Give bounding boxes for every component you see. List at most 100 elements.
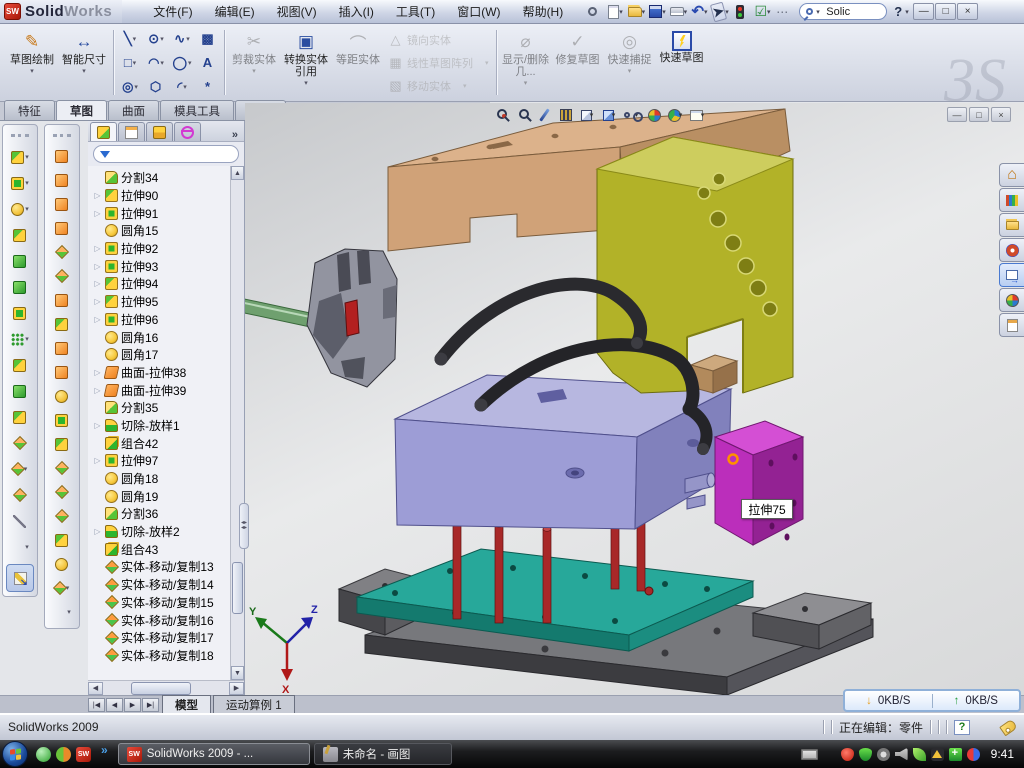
tree-item[interactable]: 实体-移动/复制13 — [92, 558, 244, 576]
linear-sketch-pattern-button[interactable]: ▦ 线性草图阵列 ▾ — [388, 53, 489, 73]
start-button[interactable] — [2, 741, 28, 767]
undo-icon[interactable]: ↶▾ — [691, 2, 711, 21]
zoom-fit-icon[interactable] — [490, 106, 508, 124]
point-tool-icon[interactable]: * — [195, 75, 221, 99]
command-tab[interactable]: 模具工具 — [160, 100, 234, 120]
alert-tray-icon[interactable] — [931, 748, 944, 761]
open-icon[interactable]: ▾ — [628, 2, 648, 21]
exploded-mold-assembly[interactable]: Y Z X — [245, 103, 1024, 695]
tree-item[interactable]: 实体-移动/复制14 — [92, 576, 244, 594]
tree-item[interactable]: ▷ 拉伸92 — [92, 240, 244, 258]
parting-line-icon[interactable] — [45, 432, 79, 456]
command-tab[interactable]: 草图 — [56, 100, 107, 120]
tree-item[interactable]: ▷ 曲面-拉伸39 — [92, 381, 244, 399]
trim-entities-button[interactable]: ✂ 剪裁实体 ▾ — [228, 26, 280, 99]
taskpane-3d-content-tab[interactable] — [999, 238, 1024, 262]
part-extrude75-block[interactable] — [715, 421, 803, 545]
flex-icon[interactable] — [3, 482, 37, 508]
menu-item[interactable]: 帮助(H) — [514, 1, 573, 22]
solidworks-quicklaunch-icon[interactable]: SW — [76, 747, 91, 762]
doc-nav-button[interactable]: ▶| — [142, 698, 159, 712]
part-cavity-insert[interactable] — [307, 249, 397, 387]
menu-item[interactable]: 编辑(E) — [206, 1, 264, 22]
more-tools-icon[interactable]: ⋯ — [775, 2, 795, 21]
input-method-icon[interactable] — [801, 749, 818, 760]
doc-restore-button[interactable]: □ — [969, 107, 989, 122]
close-button[interactable]: × — [957, 3, 978, 20]
search-input[interactable]: Solic — [826, 6, 850, 18]
offset-surface-icon[interactable] — [45, 264, 79, 288]
tree-filter-input[interactable] — [93, 145, 239, 163]
messenger-quicklaunch-icon[interactable] — [36, 747, 51, 762]
chamfer-icon[interactable] — [3, 222, 37, 248]
help-button[interactable]: ? — [891, 4, 905, 19]
tree-item[interactable]: 分割34 — [92, 169, 244, 187]
scroll-up-icon[interactable]: ▲ — [231, 166, 244, 180]
panel-expand-chevron[interactable]: » — [226, 129, 244, 141]
app-quicklaunch-icon[interactable] — [56, 747, 71, 762]
tree-item[interactable]: 圆角16 — [92, 328, 244, 346]
pin-icon[interactable] — [586, 2, 606, 21]
ellipse-tool-icon[interactable]: ◯▾ — [169, 51, 195, 75]
planar-surface-icon[interactable] — [45, 288, 79, 312]
security-shield-tray-icon[interactable] — [859, 748, 872, 761]
sketch-button[interactable]: ✎ 草图绘制 ▾ — [6, 26, 58, 99]
hide-show-items-icon[interactable]: ▾ — [622, 106, 640, 124]
tree-item[interactable]: 实体-移动/复制15 — [92, 594, 244, 612]
new-document-icon[interactable]: ▾ — [607, 2, 627, 21]
tree-item[interactable]: 圆角19 — [92, 487, 244, 505]
helix-spiral-icon[interactable]: ▾ — [3, 534, 37, 560]
rectangle-tool-icon[interactable]: □▾ — [117, 51, 143, 75]
doc-close-button[interactable]: × — [991, 107, 1011, 122]
tree-item[interactable]: ▷ 拉伸97 — [92, 452, 244, 470]
configurationmanager-tab[interactable] — [146, 122, 173, 141]
restore-button[interactable]: □ — [935, 3, 956, 20]
panel-splitter-handle[interactable]: ◂▸◂▸ — [239, 503, 249, 549]
menu-item[interactable]: 工具(T) — [387, 1, 444, 22]
tree-item[interactable]: ▷ 切除-放样1 — [92, 417, 244, 435]
zoom-area-icon[interactable] — [512, 106, 530, 124]
volume-tray-icon[interactable] — [895, 748, 908, 761]
tag-icon[interactable] — [999, 718, 1018, 736]
menu-item[interactable]: 文件(F) — [144, 1, 201, 22]
help-dropdown-icon[interactable]: ▾ — [905, 8, 912, 16]
reference-geometry-icon[interactable] — [3, 508, 37, 534]
doc-nav-button[interactable]: |◀ — [88, 698, 105, 712]
tree-item[interactable]: 实体-移动/复制16 — [92, 611, 244, 629]
scroll-left-icon[interactable]: ◀ — [88, 682, 103, 695]
taskpane-design-library-tab[interactable] — [999, 188, 1024, 212]
tree-item[interactable]: ▷ 拉伸91 — [92, 204, 244, 222]
instant3d-button[interactable] — [6, 564, 34, 592]
offset-entities-button[interactable]: ⌒ 等距实体 — [332, 26, 384, 99]
tree-item[interactable]: ▷ 拉伸95 — [92, 293, 244, 311]
propertymanager-tab[interactable] — [118, 122, 145, 141]
linear-pattern-icon[interactable]: ▾ — [3, 326, 37, 352]
delete-face-icon[interactable] — [45, 384, 79, 408]
taskpane-home-tab[interactable]: ⌂ — [999, 163, 1024, 187]
dome-icon[interactable] — [45, 552, 79, 576]
draft-analysis-icon[interactable] — [45, 456, 79, 480]
extend-surface-icon[interactable] — [45, 360, 79, 384]
document-tab[interactable]: 模型 — [162, 695, 211, 714]
convert-entities-button[interactable]: ▣ 转换实体引用 ▾ — [280, 26, 332, 99]
tree-item[interactable]: ▷ 曲面-拉伸38 — [92, 364, 244, 382]
energy-tray-icon[interactable] — [913, 748, 926, 761]
parting-surface-icon[interactable] — [45, 480, 79, 504]
quicklaunch-chevron-icon[interactable]: » — [101, 743, 108, 757]
dimxpertmanager-tab[interactable] — [174, 122, 201, 141]
tree-item[interactable]: ▷ 拉伸93 — [92, 257, 244, 275]
command-tab[interactable]: 特征 — [4, 100, 55, 120]
extrude-boss-icon[interactable]: ▾ — [3, 144, 37, 170]
doc-nav-button[interactable]: ▶ — [124, 698, 141, 712]
tree-vertical-scrollbar[interactable]: ▲ ▼ — [230, 166, 244, 680]
deform-surface-icon[interactable]: ▾ — [45, 576, 79, 600]
tree-item[interactable]: ▷ 拉伸96 — [92, 311, 244, 329]
save-icon[interactable]: ▾ — [649, 2, 669, 21]
ruled-surface-icon[interactable] — [45, 504, 79, 528]
menu-item[interactable]: 插入(I) — [330, 1, 383, 22]
document-tab[interactable]: 运动算例 1 — [213, 695, 295, 714]
split-icon[interactable] — [3, 404, 37, 430]
polygon-tool-icon[interactable]: ⬡ — [143, 75, 169, 99]
tree-item[interactable]: 组合43 — [92, 540, 244, 558]
arc-tool-icon[interactable]: ◠▾ — [143, 51, 169, 75]
